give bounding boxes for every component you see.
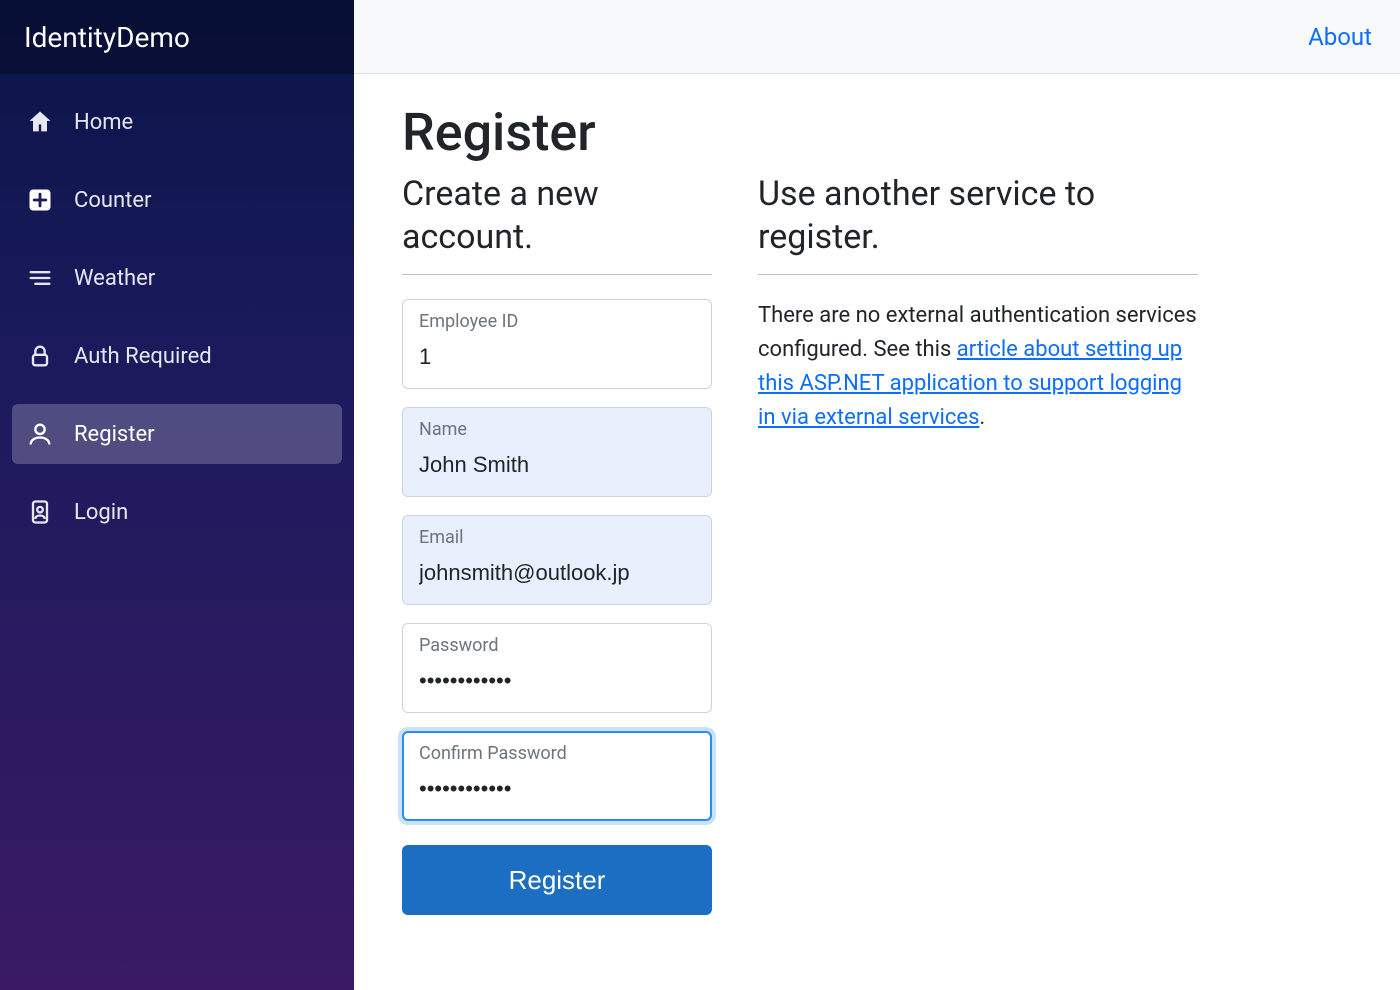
confirm-password-input[interactable]: [402, 731, 712, 821]
create-account-heading: Create a new account.: [402, 173, 712, 258]
about-link[interactable]: About: [1308, 23, 1372, 51]
person-icon: [26, 420, 54, 448]
email-field-wrapper: Email: [402, 515, 712, 605]
register-form: Employee ID Name Email Password: [402, 299, 712, 915]
password-input[interactable]: [402, 623, 712, 713]
divider: [758, 274, 1198, 275]
email-input[interactable]: [402, 515, 712, 605]
page-title: Register: [402, 102, 1352, 163]
sidebar-item-label: Home: [74, 110, 133, 135]
name-input[interactable]: [402, 407, 712, 497]
sidebar-item-auth-required[interactable]: Auth Required: [12, 326, 342, 386]
sidebar-item-register[interactable]: Register: [12, 404, 342, 464]
sidebar-item-label: Auth Required: [74, 344, 212, 369]
password-field-wrapper: Password: [402, 623, 712, 713]
sidebar-item-counter[interactable]: Counter: [12, 170, 342, 230]
sidebar-item-label: Register: [74, 422, 155, 447]
external-auth-text: There are no external authentication ser…: [758, 299, 1198, 435]
register-submit-button[interactable]: Register: [402, 845, 712, 915]
name-field-wrapper: Name: [402, 407, 712, 497]
divider: [402, 274, 712, 275]
list-icon: [26, 264, 54, 292]
brand-bar: IdentityDemo: [0, 0, 354, 74]
sidebar-item-label: Weather: [74, 266, 155, 291]
sidebar: IdentityDemo Home Counter Weather: [0, 0, 354, 990]
sidebar-item-home[interactable]: Home: [12, 92, 342, 152]
content: Register Create a new account. Employee …: [354, 74, 1400, 943]
id-card-icon: [26, 498, 54, 526]
external-auth-text-after: .: [979, 405, 985, 430]
plus-square-icon: [26, 186, 54, 214]
sidebar-item-login[interactable]: Login: [12, 482, 342, 542]
lock-icon: [26, 342, 54, 370]
brand-title: IdentityDemo: [24, 21, 190, 54]
sidebar-item-label: Login: [74, 500, 128, 525]
topbar: About: [354, 0, 1400, 74]
sidebar-item-label: Counter: [74, 188, 151, 213]
register-form-column: Create a new account. Employee ID Name: [402, 173, 712, 915]
external-auth-heading: Use another service to register.: [758, 173, 1198, 258]
home-icon: [26, 108, 54, 136]
main: About Register Create a new account. Emp…: [354, 0, 1400, 990]
nav: Home Counter Weather Auth Required: [0, 74, 354, 560]
sidebar-item-weather[interactable]: Weather: [12, 248, 342, 308]
confirm-password-field-wrapper: Confirm Password: [402, 731, 712, 821]
employee-id-field-wrapper: Employee ID: [402, 299, 712, 389]
external-auth-column: Use another service to register. There a…: [758, 173, 1198, 435]
employee-id-input[interactable]: [402, 299, 712, 389]
